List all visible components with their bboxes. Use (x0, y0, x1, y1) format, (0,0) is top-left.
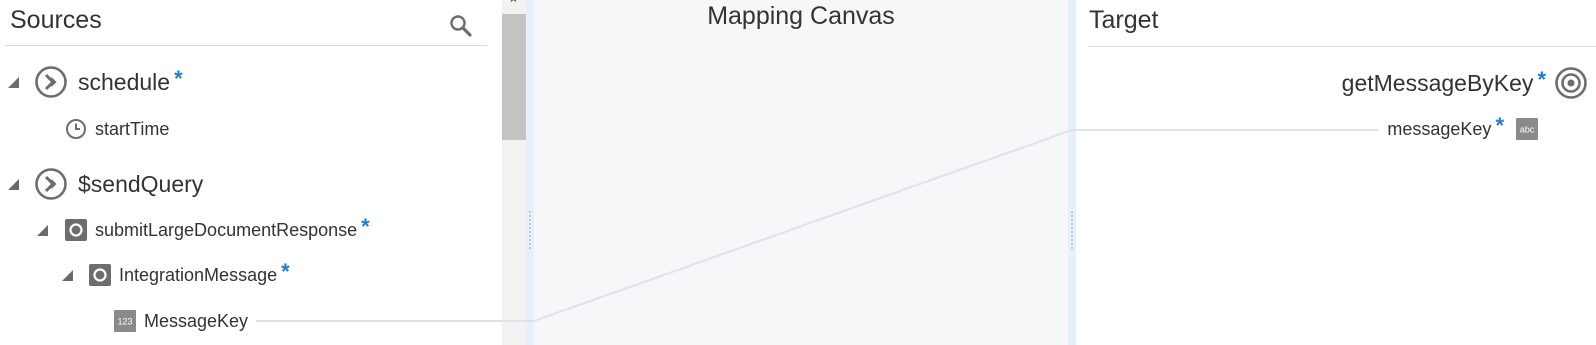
left-splitter[interactable] (526, 0, 534, 345)
node-label: $sendQuery (78, 170, 204, 197)
required-marker: * (1495, 113, 1504, 138)
type-badge-text: 123 (117, 317, 132, 327)
required-marker: * (281, 259, 290, 284)
target-panel: Target getMessageByKey * messageKey * ab… (1076, 0, 1596, 345)
string-type-icon: abc (1516, 118, 1538, 140)
complex-element-icon (65, 219, 87, 241)
node-label: startTime (95, 118, 170, 139)
collapse-arrow-icon[interactable] (8, 179, 19, 190)
type-badge-text: abc (1520, 125, 1535, 135)
sources-title: Sources (10, 6, 102, 34)
splitter-grip-icon[interactable] (1070, 210, 1074, 250)
number-type-icon: 123 (114, 310, 136, 332)
request-icon (35, 168, 67, 200)
required-marker: * (174, 66, 183, 91)
sources-panel: Sources schedule * startTime $sendQuery … (0, 0, 502, 345)
node-label: MessageKey (144, 310, 249, 331)
mapping-canvas[interactable] (534, 0, 1068, 345)
tree-node-integrationmessage[interactable]: IntegrationMessage * (89, 257, 290, 293)
node-label: getMessageByKey (1341, 69, 1534, 96)
sources-divider (5, 45, 487, 46)
node-label: messageKey (1387, 118, 1492, 139)
sources-scrollbar-thumb[interactable] (502, 14, 526, 140)
tree-node-submitlargedocumentresponse[interactable]: submitLargeDocumentResponse * (65, 212, 370, 248)
request-icon (35, 66, 67, 98)
required-marker: * (361, 214, 370, 239)
target-title: Target (1089, 6, 1159, 34)
canvas-title: Mapping Canvas (707, 2, 895, 30)
node-label: IntegrationMessage (119, 264, 278, 285)
target-divider (1088, 46, 1596, 47)
target-icon (1555, 67, 1587, 99)
splitter-grip-icon[interactable] (528, 210, 532, 250)
clock-icon (66, 119, 86, 139)
scroll-up-icon[interactable]: ⌃ (508, 0, 519, 12)
search-icon (450, 15, 472, 37)
node-label: schedule (78, 68, 171, 95)
tree-node-schedule[interactable]: schedule * (34, 64, 183, 100)
tree-node-sendquery[interactable]: $sendQuery (34, 166, 203, 202)
collapse-arrow-icon[interactable] (62, 270, 73, 281)
mapper-root: Sources schedule * startTime $sendQuery … (0, 0, 1596, 345)
search-button[interactable] (447, 12, 475, 40)
collapse-arrow-icon[interactable] (8, 77, 19, 88)
required-marker: * (1537, 67, 1546, 92)
tree-node-messagekey[interactable]: 123 MessageKey (114, 303, 248, 339)
node-label: submitLargeDocumentResponse (95, 219, 358, 240)
collapse-arrow-icon[interactable] (37, 225, 48, 236)
right-splitter[interactable] (1068, 0, 1076, 345)
tree-node-getmessagebykey[interactable]: getMessageByKey * (1342, 66, 1588, 100)
tree-node-messagekey-target[interactable]: messageKey * abc (1387, 113, 1538, 142)
tree-node-starttime[interactable]: startTime (65, 111, 169, 147)
complex-element-icon (89, 264, 111, 286)
